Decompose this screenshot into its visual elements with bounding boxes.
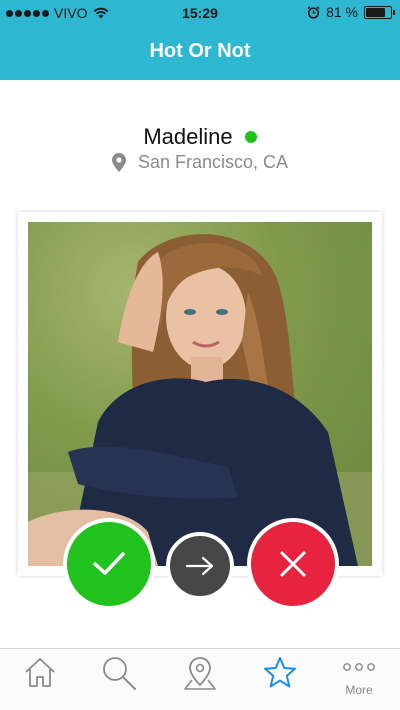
tab-more[interactable]: More xyxy=(329,655,389,705)
profile-name: Madeline xyxy=(143,124,233,149)
battery-level xyxy=(366,7,386,17)
profile-photo xyxy=(28,222,372,566)
status-bar: VIVO 15:29 81 % xyxy=(0,0,400,26)
profile-photo-image xyxy=(28,222,372,566)
tab-favorites[interactable] xyxy=(250,655,310,705)
checkmark-icon xyxy=(93,552,125,575)
location-pin-icon xyxy=(111,153,126,172)
online-status-dot xyxy=(244,131,257,143)
page-title: Hot Or Not xyxy=(149,40,251,62)
battery-icon xyxy=(364,5,395,19)
profile-name-row: Madeline xyxy=(0,124,400,150)
status-right: 81 % xyxy=(307,4,395,20)
x-icon xyxy=(280,551,306,577)
tab-bar: More xyxy=(0,648,400,710)
map-pin-icon xyxy=(184,657,216,690)
profile-photo-card[interactable] xyxy=(18,212,382,576)
location-text: San Francisco, CA xyxy=(137,152,289,172)
more-icon xyxy=(343,663,375,671)
tab-more-label: More xyxy=(345,683,373,697)
tab-map[interactable] xyxy=(170,655,230,705)
home-icon xyxy=(25,658,55,687)
hot-button[interactable] xyxy=(63,518,155,610)
tab-home[interactable] xyxy=(10,655,70,705)
star-icon xyxy=(264,657,296,688)
not-button[interactable] xyxy=(247,518,339,610)
profile-location: San Francisco, CA xyxy=(0,152,400,173)
skip-button[interactable] xyxy=(166,532,234,600)
search-icon xyxy=(103,657,136,690)
app-header: VIVO 15:29 81 % Hot Or Not xyxy=(0,0,400,80)
battery-percent: 81 % xyxy=(326,4,358,20)
tab-search[interactable] xyxy=(89,655,149,705)
arrow-right-icon xyxy=(185,556,214,576)
alarm-clock-icon xyxy=(307,5,320,19)
